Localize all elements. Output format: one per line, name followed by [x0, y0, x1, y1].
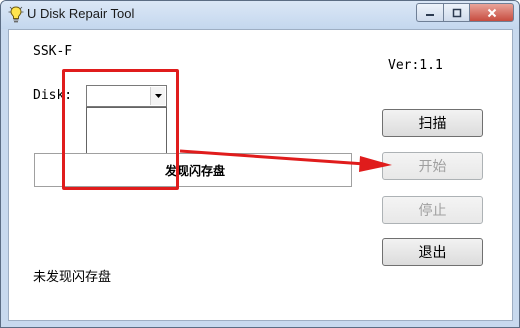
- status-text: 未发现闪存盘: [33, 270, 112, 285]
- annotation-highlight-box: [62, 69, 179, 190]
- exit-button[interactable]: 退出: [382, 238, 483, 266]
- stop-button[interactable]: 停止: [382, 196, 483, 224]
- lightbulb-icon: [8, 6, 24, 23]
- minimize-button[interactable]: [416, 3, 443, 22]
- caption-buttons: [416, 3, 514, 23]
- device-label: SSK-F: [33, 44, 73, 59]
- maximize-icon: [452, 8, 461, 17]
- window-title: U Disk Repair Tool: [27, 6, 135, 21]
- minimize-icon: [426, 13, 434, 16]
- title-bar[interactable]: U Disk Repair Tool: [1, 1, 519, 29]
- close-icon: [487, 8, 496, 17]
- scan-button[interactable]: 扫描: [382, 109, 483, 137]
- annotation-arrow: [179, 149, 392, 172]
- close-button[interactable]: [469, 3, 514, 22]
- version-label: Ver:1.1: [388, 58, 443, 73]
- maximize-button[interactable]: [443, 3, 469, 22]
